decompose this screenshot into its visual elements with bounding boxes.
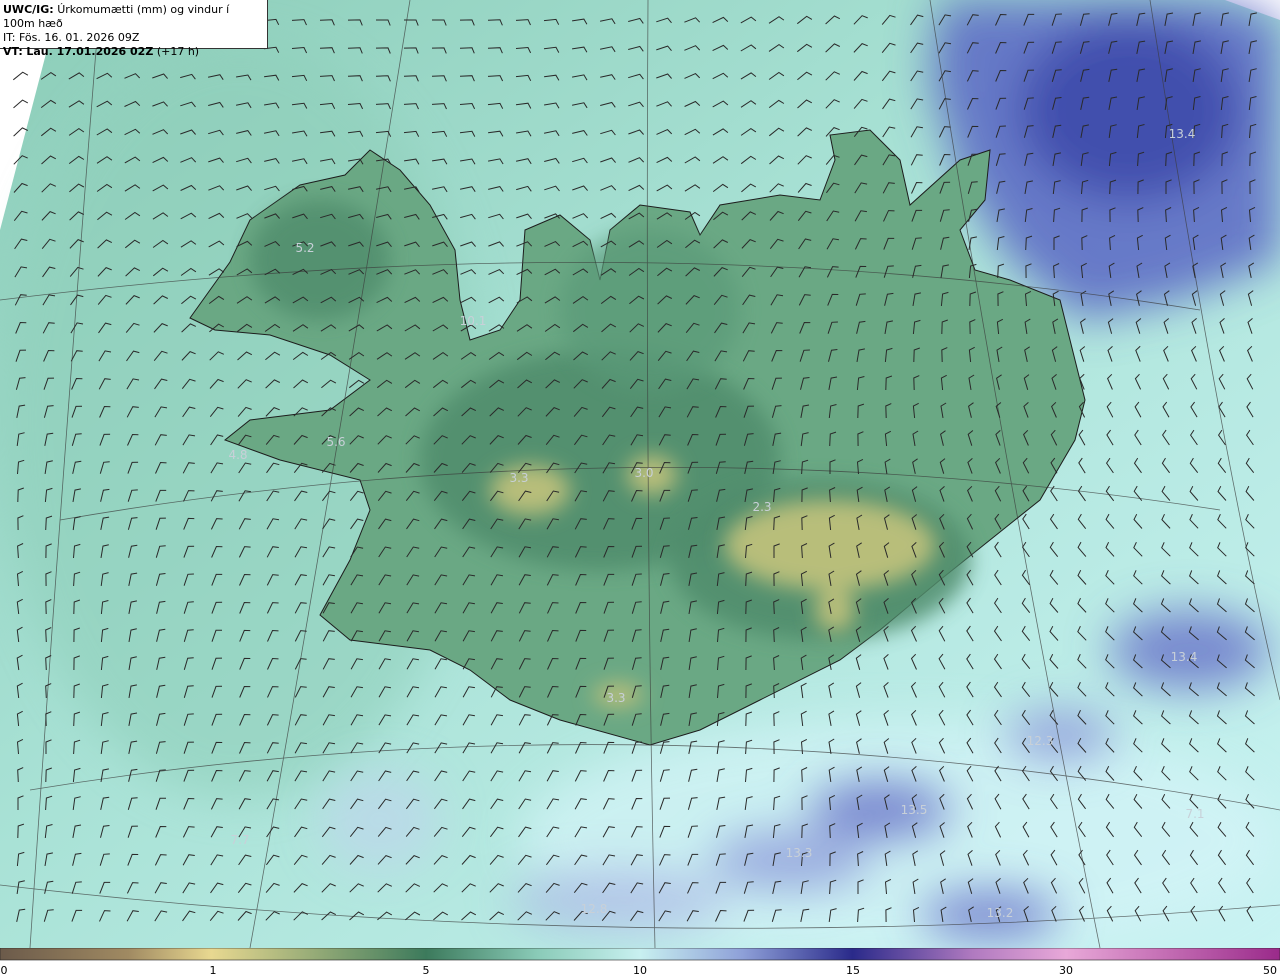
scale-tick-label: 10: [633, 964, 647, 977]
product-line: UWC/IG: Úrkomumætti (mm) og vindur í 100…: [3, 3, 264, 31]
valid-time: Lau. 17.01.2026 02Z: [26, 45, 154, 58]
valid-prefix: VT:: [3, 45, 23, 58]
scale-tick-label: 0: [0, 964, 8, 977]
valid-offset: (+17 h): [156, 45, 200, 58]
scale-tick-label: 1: [209, 964, 217, 977]
precip-label: 12.8: [581, 902, 608, 916]
wind-barb: [13, 99, 29, 109]
precip-label: 13.2: [987, 906, 1014, 920]
precip-label: 3.3: [606, 691, 625, 705]
wind-barb: [12, 71, 29, 81]
precip-label: 13.4: [1171, 650, 1198, 664]
precip-label: 5.6: [326, 435, 345, 449]
precip-label: 13.5: [901, 803, 928, 817]
precip-label: 3.0: [634, 466, 653, 480]
precip-label: 7.1: [1185, 807, 1204, 821]
precip-label: 13.4: [1169, 127, 1196, 141]
precip-label: 3.3: [509, 471, 528, 485]
map-canvas: 5.2 10.1 5.6 4.8 3.3 3.0 2.3 3.3 13.4 13…: [0, 0, 1280, 948]
precip-label: 2.3: [752, 500, 771, 514]
precip-label: 12.3: [1027, 734, 1054, 748]
map-info-box: UWC/IG: Úrkomumætti (mm) og vindur í 100…: [0, 0, 268, 58]
valid-line: VT: Lau. 17.01.2026 02Z (+17 h): [3, 45, 264, 59]
precip-label: 13.3: [786, 846, 813, 860]
precip-label: 5.2: [295, 241, 314, 255]
scale-tick-label: 5: [422, 964, 430, 977]
precip-label: 10.1: [460, 314, 487, 328]
color-scale-legend: 0 1 5 10 15 30 50: [0, 948, 1280, 978]
scale-tick-label: 50: [1263, 964, 1277, 977]
issue-time: IT: Fös. 16. 01. 2026 09Z: [3, 31, 140, 44]
scale-tick-label: 15: [846, 964, 860, 977]
precip-label: 7.7: [230, 833, 249, 847]
weather-map: 5.2 10.1 5.6 4.8 3.3 3.0 2.3 3.3 13.4 13…: [0, 0, 1280, 948]
scale-tick-label: 30: [1059, 964, 1073, 977]
precip-label: 4.8: [228, 448, 247, 462]
product-prefix: UWC/IG:: [3, 3, 54, 16]
